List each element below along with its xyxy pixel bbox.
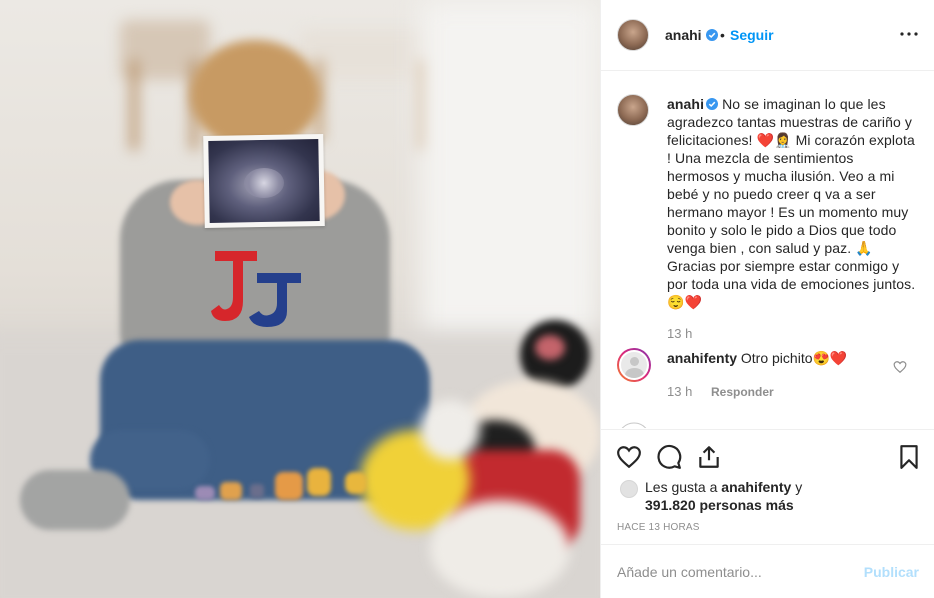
sweater-jj-logo xyxy=(211,251,301,327)
share-icon[interactable] xyxy=(696,444,722,470)
ultrasound-image xyxy=(203,133,325,229)
bookmark-icon[interactable] xyxy=(896,444,922,470)
comment-item: anahifenty Otro pichito😍❤️ xyxy=(667,350,847,367)
follow-button[interactable]: Seguir xyxy=(730,27,774,43)
commenter-username[interactable]: anahifenty xyxy=(667,350,737,366)
caption-author-avatar[interactable] xyxy=(617,94,649,126)
verified-badge-icon xyxy=(706,29,718,41)
more-options-icon[interactable] xyxy=(897,22,921,46)
post-header: anahi • Seguir xyxy=(601,0,934,71)
caption-username[interactable]: anahi xyxy=(667,96,704,112)
post-caption: anahi No se imaginan lo que les agradezco… xyxy=(667,95,919,311)
author-username[interactable]: anahi xyxy=(665,27,702,43)
comment-timestamp[interactable]: 13 h xyxy=(667,384,692,399)
likes-prefix: Les gusta a xyxy=(645,479,718,495)
reply-button[interactable]: Responder xyxy=(711,385,774,399)
publish-button[interactable]: Publicar xyxy=(864,564,919,580)
comment-input[interactable] xyxy=(617,561,837,583)
likes-text: Les gusta a anahifenty y 391.820 persona… xyxy=(645,478,845,514)
post-actions: Les gusta a anahifenty y 391.820 persona… xyxy=(601,429,934,544)
toy-letters xyxy=(195,468,385,508)
post-side-panel: anahi • Seguir anahi No se imaginan lo qu… xyxy=(600,0,934,598)
commenter-avatar[interactable] xyxy=(617,348,651,382)
post-timestamp[interactable]: HACE 13 HORAS xyxy=(617,522,700,533)
caption-body: No se imaginan lo que les agradezco tant… xyxy=(667,96,916,310)
mickey-plush xyxy=(360,300,600,598)
heart-icon[interactable] xyxy=(616,444,642,470)
likes-connector: y xyxy=(795,479,803,495)
comment-bubble-icon[interactable] xyxy=(656,444,682,470)
header-dot-separator: • xyxy=(720,27,725,43)
likes-first-user[interactable]: anahifenty xyxy=(721,479,791,495)
comments-section[interactable]: anahi No se imaginan lo que les agradezco… xyxy=(601,72,934,428)
verified-badge-icon xyxy=(706,98,719,110)
add-comment-bar: Publicar xyxy=(601,544,934,598)
author-avatar[interactable] xyxy=(617,19,649,51)
caption-timestamp[interactable]: 13 h xyxy=(667,326,692,341)
post-photo[interactable] xyxy=(0,0,600,598)
next-comment-peek xyxy=(621,422,647,428)
liker-avatar[interactable] xyxy=(620,480,638,498)
likes-others-count[interactable]: 391.820 personas más xyxy=(645,497,794,513)
comment-heart-icon[interactable] xyxy=(893,360,907,374)
comment-text: Otro pichito😍❤️ xyxy=(740,350,848,366)
